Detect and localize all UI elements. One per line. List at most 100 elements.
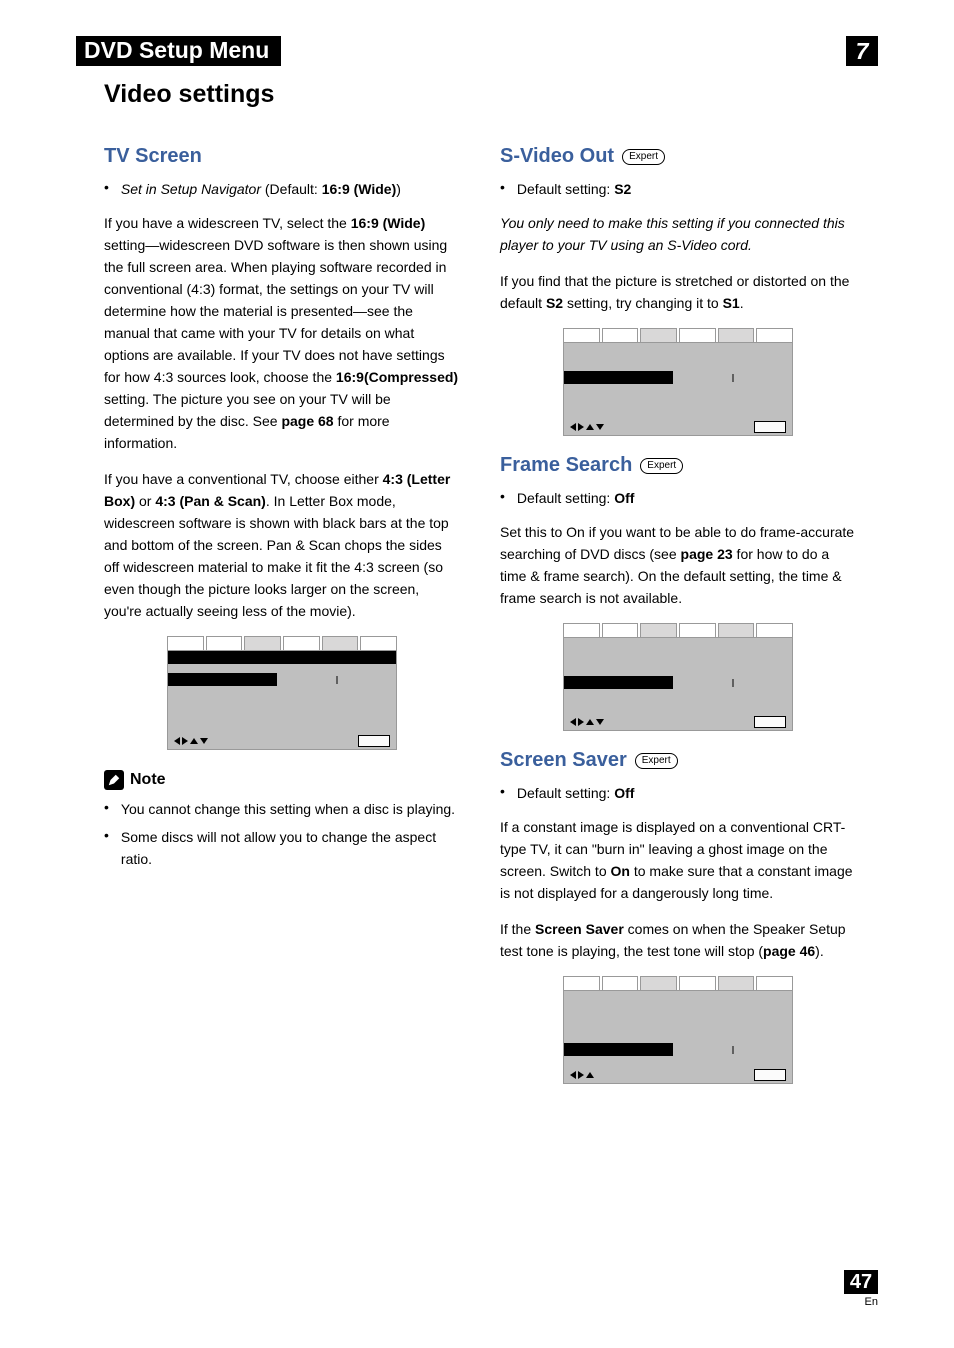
p2e: . In Letter Box mode, widescreen softwar…	[104, 493, 449, 619]
tv-screen-p2: If you have a conventional TV, choose ei…	[104, 468, 460, 622]
screensaver-default-bullet: • Default setting: Off	[500, 782, 856, 804]
fig-row-left	[168, 673, 277, 686]
fig-tab-active	[602, 976, 639, 990]
svideo-figure	[563, 328, 793, 436]
default-close: )	[396, 181, 401, 197]
note-text: Some discs will not allow you to change …	[121, 826, 460, 870]
nav-arrows	[174, 737, 208, 745]
expert-badge: Expert	[640, 458, 683, 474]
fig-tab	[563, 623, 600, 637]
fig-bottom	[564, 1067, 792, 1083]
bullet-text: Set in Setup Navigator (Default: 16:9 (W…	[121, 178, 460, 200]
heading-text: TV Screen	[104, 145, 202, 168]
default-value: 16:9 (Wide)	[322, 181, 397, 197]
chapter-title: DVD Setup Menu	[84, 36, 269, 64]
set-in-navigator: Set in Setup Navigator	[121, 181, 261, 197]
bullet-dot: •	[500, 178, 505, 200]
p2c: or	[135, 493, 155, 509]
default-label: Default setting:	[517, 785, 614, 801]
cursor-mark	[732, 679, 733, 687]
chapter-number: 7	[856, 37, 869, 65]
bullet-text: Default setting: Off	[517, 487, 856, 509]
bullet-dot: •	[104, 798, 109, 820]
page-number-block: 47 En	[844, 1270, 878, 1308]
fig-tabs	[167, 636, 397, 650]
t: page 23	[681, 546, 733, 562]
fig-row-right	[277, 673, 396, 686]
select-box	[754, 421, 786, 433]
note-text: You cannot change this setting when a di…	[121, 798, 460, 820]
fig-bottom	[564, 714, 792, 730]
page: DVD Setup Menu 7 Video settings TV Scree…	[0, 0, 954, 1348]
screensaver-p1: If a constant image is displayed on a co…	[500, 816, 856, 904]
arrow-left-icon	[570, 1071, 576, 1079]
arrow-right-icon	[578, 718, 584, 726]
fig-tab	[167, 636, 204, 650]
fig-tab	[640, 328, 677, 342]
fig-row-left	[564, 1043, 673, 1056]
select-box	[754, 716, 786, 728]
fig-body	[167, 650, 397, 750]
fig-row-right	[673, 1043, 792, 1056]
fig-tab	[756, 976, 793, 990]
screensaver-p2: If the Screen Saver comes on when the Sp…	[500, 918, 856, 962]
p1d: 16:9(Compressed)	[336, 369, 458, 385]
chapter-number-bar: 7	[846, 36, 878, 66]
fig-tab	[640, 976, 677, 990]
default-open: (Default:	[261, 181, 322, 197]
fig-tab	[679, 623, 716, 637]
arrow-left-icon	[570, 423, 576, 431]
cursor-mark	[732, 374, 733, 382]
arrow-up-icon	[586, 1072, 594, 1078]
select-box	[754, 1069, 786, 1081]
heading-text: Screen Saver	[500, 749, 627, 772]
p1b: 16:9 (Wide)	[351, 215, 426, 231]
screensaver-figure	[563, 976, 793, 1084]
cursor-mark	[336, 676, 337, 684]
expert-badge: Expert	[635, 753, 678, 769]
pencil-icon	[104, 770, 124, 790]
fig-tab	[718, 976, 755, 990]
fig-row-split	[168, 673, 396, 686]
svideo-p2: If you find that the picture is stretche…	[500, 270, 856, 314]
fig-tab-active	[602, 328, 639, 342]
fig-tab	[679, 328, 716, 342]
p1c: setting—widescreen DVD software is then …	[104, 237, 447, 385]
p1f: page 68	[281, 413, 333, 429]
left-column: TV Screen • Set in Setup Navigator (Defa…	[104, 127, 460, 1100]
t: On	[611, 863, 630, 879]
fig-body	[563, 342, 793, 436]
fig-tabs	[563, 328, 793, 342]
bullet-text: Default setting: Off	[517, 782, 856, 804]
heading-text: S-Video Out	[500, 145, 614, 168]
fig-tab	[756, 328, 793, 342]
bullet-dot: •	[104, 826, 109, 870]
bullet-dot: •	[500, 487, 505, 509]
fig-tab-active	[602, 623, 639, 637]
fig-tab	[283, 636, 320, 650]
arrow-up-icon	[190, 738, 198, 744]
arrow-down-icon	[200, 738, 208, 744]
bullet-dot: •	[104, 178, 109, 200]
tv-screen-heading: TV Screen	[104, 145, 460, 168]
p1a: If you have a widescreen TV, select the	[104, 215, 351, 231]
tv-screen-p1: If you have a widescreen TV, select the …	[104, 212, 460, 454]
default-value: Off	[614, 490, 634, 506]
p2d: 4:3 (Pan & Scan)	[155, 493, 265, 509]
fig-row-split	[564, 371, 792, 384]
fig-tab	[563, 328, 600, 342]
t: Screen Saver	[535, 921, 624, 937]
arrow-up-icon	[586, 719, 594, 725]
fig-tab-active	[206, 636, 243, 650]
framesearch-figure	[563, 623, 793, 731]
fig-row-left	[564, 676, 673, 689]
main-columns: TV Screen • Set in Setup Navigator (Defa…	[0, 127, 954, 1100]
note-item: • Some discs will not allow you to chang…	[104, 826, 460, 870]
default-value: S2	[614, 181, 631, 197]
fig-row-right	[673, 371, 792, 384]
fig-tab	[756, 623, 793, 637]
fig-row-left	[564, 371, 673, 384]
fig-tab	[640, 623, 677, 637]
fig-tab	[360, 636, 397, 650]
nav-arrows	[570, 718, 604, 726]
